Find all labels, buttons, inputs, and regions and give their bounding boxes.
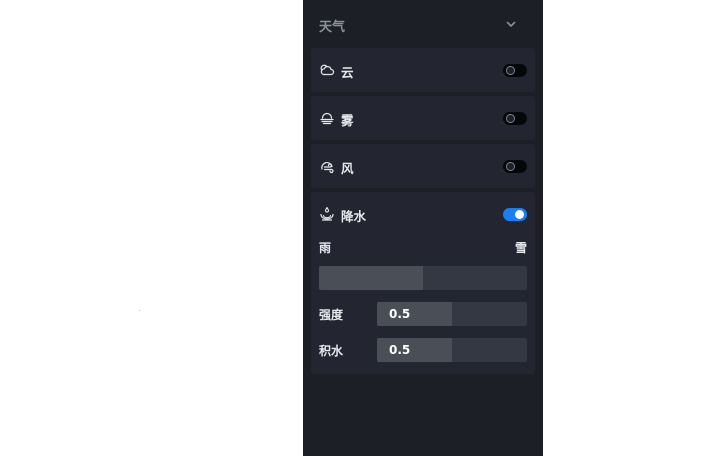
toggle-knob	[506, 114, 515, 123]
intensity-label: 强度	[319, 308, 344, 322]
weather-panel: 天气 云 雾 风 降水 雨 雪 强度 0.5 积水 0.5	[303, 0, 543, 456]
toggle-knob	[506, 162, 515, 171]
layer-row-wind: 风	[311, 144, 535, 188]
layer-row-fog: 雾	[311, 96, 535, 140]
toggle-knob	[515, 210, 524, 219]
layer-label-fog: 雾	[341, 113, 354, 128]
intensity-slider[interactable]: 0.5	[377, 302, 527, 326]
rain-snow-slider-fill	[319, 266, 423, 290]
wind-toggle[interactable]	[503, 160, 527, 173]
accumulation-value: 0.5	[389, 343, 411, 357]
fog-icon	[320, 112, 334, 125]
rain-snow-slider[interactable]	[319, 266, 527, 290]
accumulation-slider[interactable]: 0.5	[377, 338, 527, 362]
precipitation-toggle[interactable]	[503, 208, 527, 221]
layer-card-precipitation: 降水 雨 雪 强度 0.5 积水 0.5	[311, 192, 535, 374]
stray-dot	[139, 310, 140, 311]
layer-row-cloud: 云	[311, 48, 535, 92]
accumulation-label: 积水	[319, 344, 344, 358]
fog-toggle[interactable]	[503, 112, 527, 125]
layer-label-cloud: 云	[341, 65, 354, 80]
layer-card-fog: 雾	[311, 96, 535, 140]
panel-header[interactable]: 天气	[303, 0, 543, 48]
layer-card-cloud: 云	[311, 48, 535, 92]
snow-label: 雪	[514, 241, 527, 255]
wind-icon	[321, 162, 334, 174]
layer-card-wind: 风	[311, 144, 535, 188]
cloud-toggle[interactable]	[503, 64, 527, 77]
toggle-knob	[506, 66, 515, 75]
layer-row-precipitation: 降水	[311, 192, 535, 236]
rain-label: 雨	[319, 241, 332, 255]
layer-label-precipitation: 降水	[341, 209, 367, 224]
layer-label-wind: 风	[341, 161, 354, 176]
cloud-icon	[320, 64, 335, 76]
chevron-down-icon[interactable]	[504, 17, 518, 31]
intensity-value: 0.5	[389, 307, 411, 321]
panel-title: 天气	[319, 20, 346, 35]
precipitation-icon	[320, 206, 334, 221]
